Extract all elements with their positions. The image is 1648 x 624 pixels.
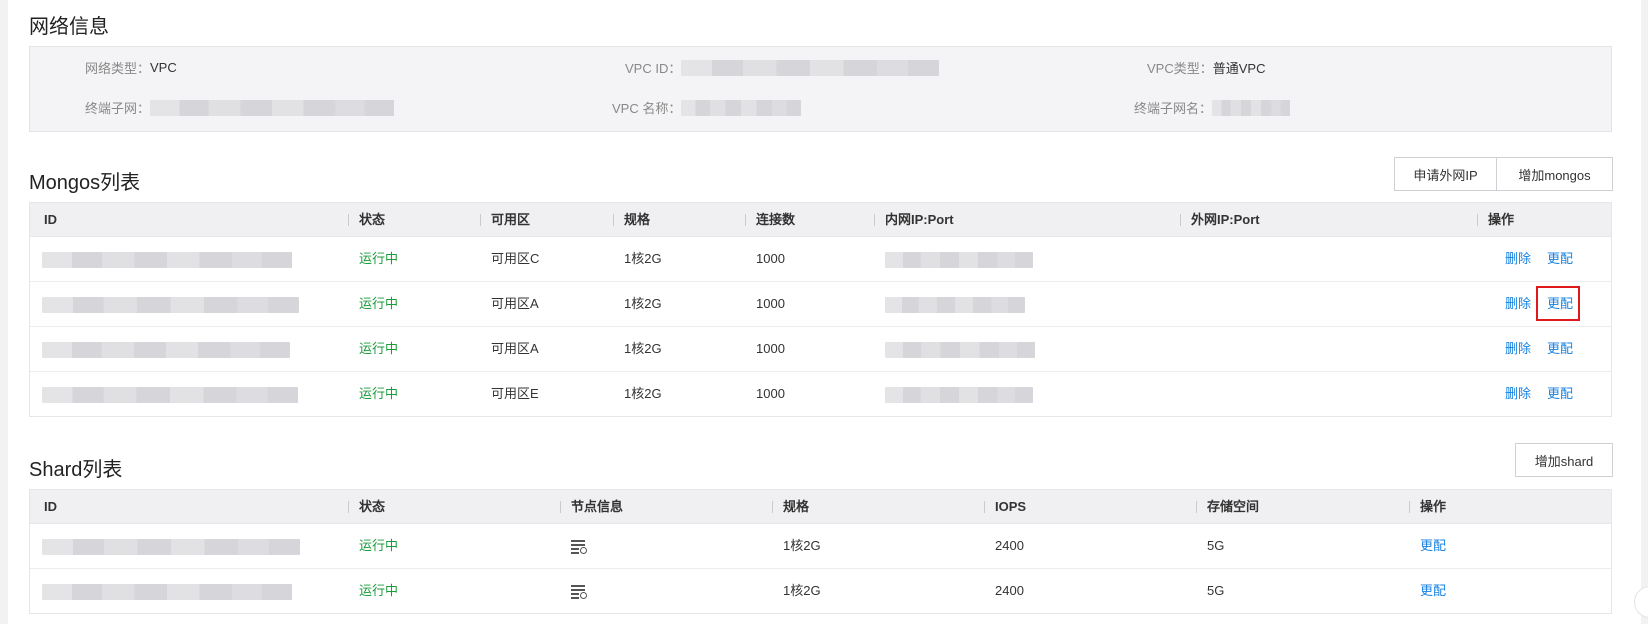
node-detail-icon[interactable] [571,584,587,599]
mongos-private-ip-redacted [885,341,1035,358]
network-type-field: 网络类型： VPC [85,58,177,77]
vpc-id-label: VPC ID： [625,61,682,76]
mongos-status: 运行中 [359,341,399,356]
shard-col-actions: 操作 [1408,490,1446,523]
vpc-name-value-redacted [681,99,802,116]
endpoint-subnet-name-value-redacted [1212,99,1291,116]
apply-public-ip-button[interactable]: 申请外网IP [1394,157,1497,191]
shard-spec: 1核2G [783,538,821,553]
mongos-table: ID 状态 可用区 规格 连接数 内网IP:Port 外网IP:Port 操作 … [29,202,1612,417]
mongos-table-header: ID 状态 可用区 规格 连接数 内网IP:Port 外网IP:Port 操作 [30,203,1611,237]
mongos-id-redacted [42,341,290,358]
shard-status: 运行中 [359,538,399,553]
shard-spec: 1核2G [783,583,821,598]
mongos-delete-link[interactable]: 删除 [1505,327,1531,371]
mongos-connections: 1000 [756,386,785,401]
shard-col-iops: IOPS [983,490,1026,523]
vpc-name-label: VPC 名称： [612,101,682,116]
shard-reconfig-link[interactable]: 更配 [1420,524,1446,568]
mongos-delete-link[interactable]: 删除 [1505,372,1531,416]
mongos-connections: 1000 [756,251,785,266]
mongos-reconfig-link[interactable]: 更配 [1547,237,1573,281]
mongos-id-redacted [42,296,299,313]
mongos-status: 运行中 [359,251,399,266]
add-shard-button[interactable]: 增加shard [1515,443,1613,477]
mongos-id-redacted [42,251,292,268]
mongos-row: 运行中 可用区A 1核2G 1000 删除 更配 [30,282,1611,327]
mongos-private-ip-redacted [885,296,1025,313]
mongos-col-public-ip: 外网IP:Port [1180,203,1260,236]
endpoint-subnet-field: 终端子网： [85,98,395,117]
shard-section-title: Shard列表 [29,459,123,481]
mongos-row: 运行中 可用区E 1核2G 1000 删除 更配 [30,372,1611,416]
mongos-id-redacted [42,386,298,403]
mongos-col-id: ID [44,212,57,227]
mongos-col-private-ip: 内网IP:Port [874,203,954,236]
shard-status: 运行中 [359,583,399,598]
mongos-zone: 可用区E [491,386,539,401]
endpoint-subnet-value-redacted [150,99,395,116]
network-type-label: 网络类型： [85,61,151,76]
mongos-connections: 1000 [756,296,785,311]
mongos-col-status: 状态 [347,203,385,236]
shard-col-spec: 规格 [771,490,809,523]
mongos-col-spec: 规格 [612,203,650,236]
mongos-row: 运行中 可用区A 1核2G 1000 删除 更配 [30,327,1611,372]
mongos-spec: 1核2G [624,386,662,401]
vpc-id-field: VPC ID： [625,58,940,77]
mongos-col-actions: 操作 [1476,203,1514,236]
mongos-col-connections: 连接数 [744,203,795,236]
mongos-spec: 1核2G [624,296,662,311]
endpoint-subnet-label: 终端子网： [85,101,151,116]
shard-row: 运行中 1核2G 2400 5G 更配 [30,569,1611,613]
shard-col-node-info: 节点信息 [559,490,623,523]
shard-col-id: ID [44,499,57,514]
shard-node-info-cell [571,569,587,613]
mongos-reconfig-link[interactable]: 更配 [1547,327,1573,371]
instance-detail-page: 网络信息 网络类型： VPC VPC ID： VPC类型： 普通VPC 终端子网… [8,0,1641,624]
shard-col-status: 状态 [347,490,385,523]
shard-iops: 2400 [995,538,1024,553]
mongos-zone: 可用区C [491,251,540,266]
reconfig-highlight-box [1536,286,1580,321]
mongos-delete-link[interactable]: 删除 [1505,282,1531,326]
mongos-section-title: Mongos列表 [29,172,141,194]
mongos-spec: 1核2G [624,341,662,356]
shard-storage: 5G [1207,538,1225,553]
shard-table: ID 状态 节点信息 规格 IOPS 存储空间 操作 运行中 1核2G 2400… [29,489,1612,614]
shard-reconfig-link[interactable]: 更配 [1420,569,1446,613]
shard-iops: 2400 [995,583,1024,598]
vpc-name-field: VPC 名称： [612,98,802,117]
endpoint-subnet-name-label: 终端子网名： [1134,101,1213,116]
mongos-col-zone: 可用区 [479,203,530,236]
vpc-type-label: VPC类型： [1147,61,1213,76]
network-type-value: VPC [150,60,177,75]
node-detail-icon[interactable] [571,539,587,554]
shard-id-redacted [42,538,300,555]
mongos-spec: 1核2G [624,251,662,266]
mongos-delete-link[interactable]: 删除 [1505,237,1531,281]
mongos-row: 运行中 可用区C 1核2G 1000 删除 更配 [30,237,1611,282]
network-section-title: 网络信息 [29,16,109,38]
vpc-type-value: 普通VPC [1212,61,1266,76]
network-info-panel: 网络类型： VPC VPC ID： VPC类型： 普通VPC 终端子网： VPC… [29,46,1612,132]
mongos-status: 运行中 [359,296,399,311]
vpc-type-field: VPC类型： 普通VPC [1147,58,1265,77]
endpoint-subnet-name-field: 终端子网名： [1134,98,1291,117]
add-mongos-button[interactable]: 增加mongos [1496,157,1613,191]
mongos-zone: 可用区A [491,296,539,311]
shard-table-header: ID 状态 节点信息 规格 IOPS 存储空间 操作 [30,490,1611,524]
shard-col-storage: 存储空间 [1195,490,1259,523]
mongos-zone: 可用区A [491,341,539,356]
shard-storage: 5G [1207,583,1225,598]
shard-row: 运行中 1核2G 2400 5G 更配 [30,524,1611,569]
shard-id-redacted [42,583,292,600]
mongos-connections: 1000 [756,341,785,356]
mongos-private-ip-redacted [885,386,1033,403]
mongos-status: 运行中 [359,386,399,401]
mongos-private-ip-redacted [885,251,1033,268]
vpc-id-value-redacted [681,59,940,76]
mongos-reconfig-link[interactable]: 更配 [1547,372,1573,416]
shard-node-info-cell [571,524,587,568]
